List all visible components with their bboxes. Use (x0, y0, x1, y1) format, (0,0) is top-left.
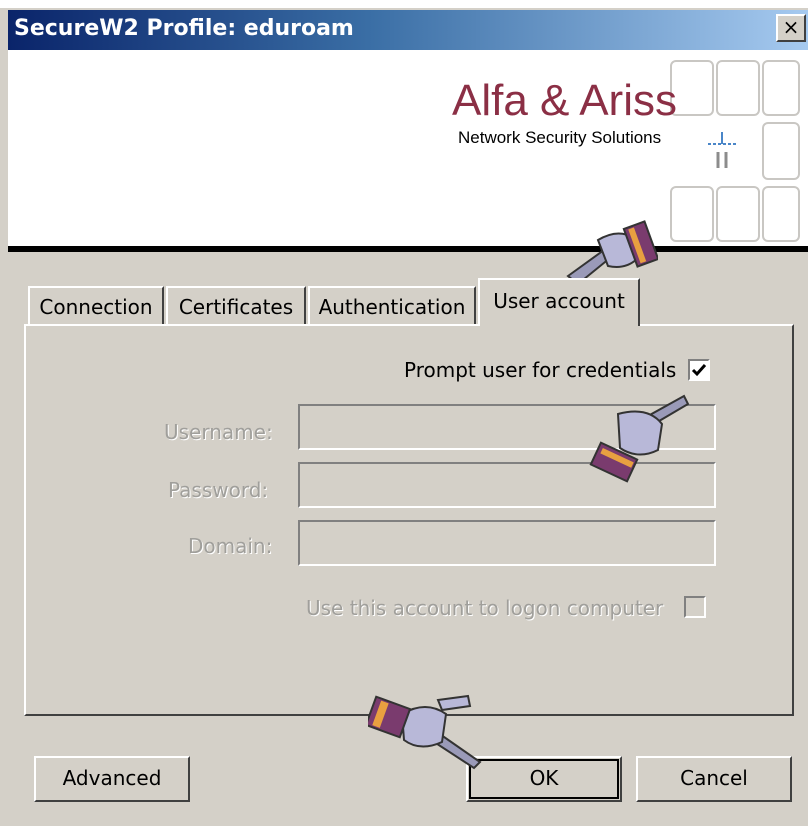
tab-user-account[interactable]: User account (478, 278, 640, 326)
brand-tagline: Network Security Solutions (458, 128, 662, 147)
domain-label: Domain: (188, 534, 273, 558)
domain-field[interactable] (298, 520, 716, 566)
logo-cross-icon (708, 132, 736, 168)
tab-authentication[interactable]: Authentication (308, 286, 476, 324)
checkmark-icon (691, 364, 707, 377)
banner-divider (8, 246, 808, 252)
advanced-button[interactable]: Advanced (34, 756, 190, 802)
tab-label: User account (493, 289, 625, 313)
prompt-credentials-checkbox[interactable] (688, 359, 710, 381)
brand-name: Alfa & Ariss (452, 76, 677, 125)
password-label: Password: (168, 478, 269, 502)
cancel-button-label: Cancel (680, 766, 748, 790)
username-label: Username: (164, 420, 273, 444)
tab-certificates[interactable]: Certificates (166, 286, 306, 324)
cancel-button[interactable]: Cancel (636, 756, 792, 802)
tab-connection[interactable]: Connection (28, 286, 164, 324)
pointing-hand-icon (368, 694, 482, 770)
tab-label: Certificates (178, 295, 294, 319)
tab-label: Connection (39, 295, 153, 319)
title-bar[interactable]: SecureW2 Profile: eduroam × (8, 10, 808, 50)
prompt-credentials-label: Prompt user for credentials (404, 358, 677, 382)
window-title: SecureW2 Profile: eduroam (14, 16, 354, 41)
logon-computer-checkbox[interactable] (684, 596, 706, 618)
pointing-hand-icon (589, 394, 690, 483)
close-button[interactable]: × (776, 14, 806, 42)
logon-computer-label: Use this account to logon computer (306, 596, 664, 620)
tab-label: Authentication (318, 295, 466, 319)
advanced-button-label: Advanced (62, 766, 162, 790)
close-icon: × (782, 15, 800, 39)
ok-button-label: OK (529, 766, 559, 790)
